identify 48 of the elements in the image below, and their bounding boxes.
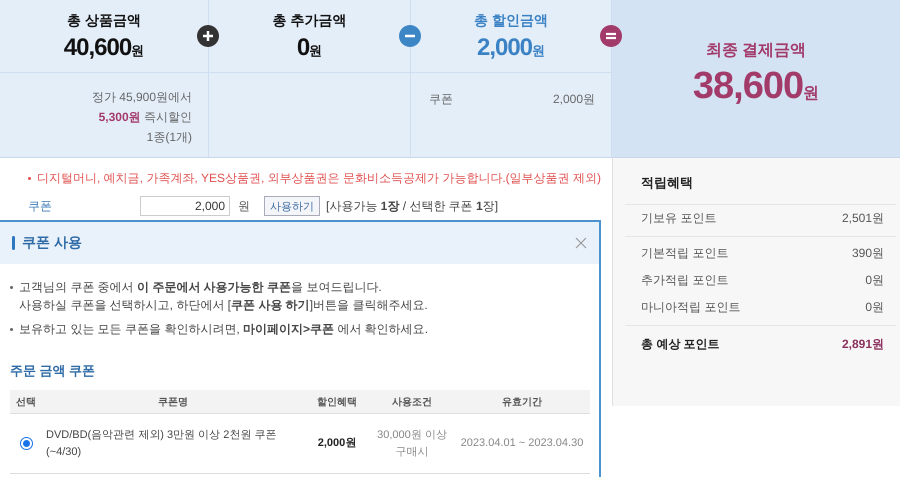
price-detail: 1종(1개) [146,129,192,146]
points-label: 마니아적립 포인트 [641,299,740,316]
points-title: 적립혜택 [625,172,896,205]
total-points-label: 총 예상 포인트 [641,336,720,353]
final-amount: 38,600원 [692,64,820,108]
summary-label: 총 할인금액 [474,12,548,30]
price-detail: 정가 45,900원에서 [92,89,192,106]
points-value: 2,501원 [842,210,884,227]
points-label: 기보유 포인트 [641,210,716,227]
coupon-label: 쿠폰 [28,198,53,214]
bullet-icon [10,328,13,331]
summary-amount: 40,600원 [64,34,144,62]
coupon-benefit: 2,000원 [316,436,358,451]
price-detail: 5,300원 즉시할인 [98,109,192,126]
column-header: 사용조건 [391,396,433,408]
bullet-icon [10,286,13,289]
notice-text: 디지털머니, 예치금, 가족계좌, YES상품권, 외부상품권은 문화비소득공제가 가능합니다.(일부상품권 제외) [37,170,602,187]
points-value: 390원 [852,245,884,262]
points-label: 기본적립 포인트 [641,245,728,262]
points-value: 0원 [865,299,884,316]
bullet-icon [28,177,31,180]
summary-label: 총 상품금액 [67,12,141,30]
points-value: 0원 [865,272,884,289]
summary-amount: 2,000원 [476,34,546,62]
column-header: 할인혜택 [316,396,358,408]
note-text: 고객님의 쿠폰 중에서 이 주문에서 사용가능한 쿠폰을 보여드립니다. 사용하실 쿠폰을 선택하시고, 하단에서 [쿠폰 사용 하기]버튼을 클릭해주세요. [19,279,428,314]
coupon-name: DVD/BD(음악관련 제외) 3만원 이상 2천원 쿠폰 (~4/30) [45,428,278,460]
column-header: 선택 [15,396,37,408]
column-header: 쿠폰명 [157,396,189,408]
discount-label: 쿠폰 [429,91,453,108]
radio-button[interactable] [20,437,32,450]
coupon-period: 2023.04.01 ~ 2023.04.30 [460,436,584,451]
points-label: 추가적립 포인트 [641,272,728,289]
summary-label: 총 추가금액 [272,12,346,30]
unit-label: 원 [238,198,250,214]
close-icon[interactable] [575,237,587,249]
use-coupon-button[interactable]: 사용하기 [264,196,320,216]
coupon-condition: 30,000원 이상 구매시 [376,428,448,460]
coupon-status: [사용가능 1장 / 선택한 쿠폰 1장] [326,198,498,214]
dialog-title: 쿠폰 사용 [22,234,83,252]
section-title: 주문 금액 쿠폰 [10,362,96,380]
note-text: 보유하고 있는 모든 쿠폰을 확인하시려면, 마이페이지>쿠폰 에서 확인하세요. [19,321,428,338]
final-label: 최종 결제금액 [706,40,806,60]
column-header: 유효기간 [501,396,543,408]
coupon-amount-field[interactable]: 2,000 [140,196,230,216]
summary-amount: 0원 [296,34,322,62]
total-points-value: 2,891원 [842,336,884,353]
discount-value: 2,000원 [552,91,595,108]
